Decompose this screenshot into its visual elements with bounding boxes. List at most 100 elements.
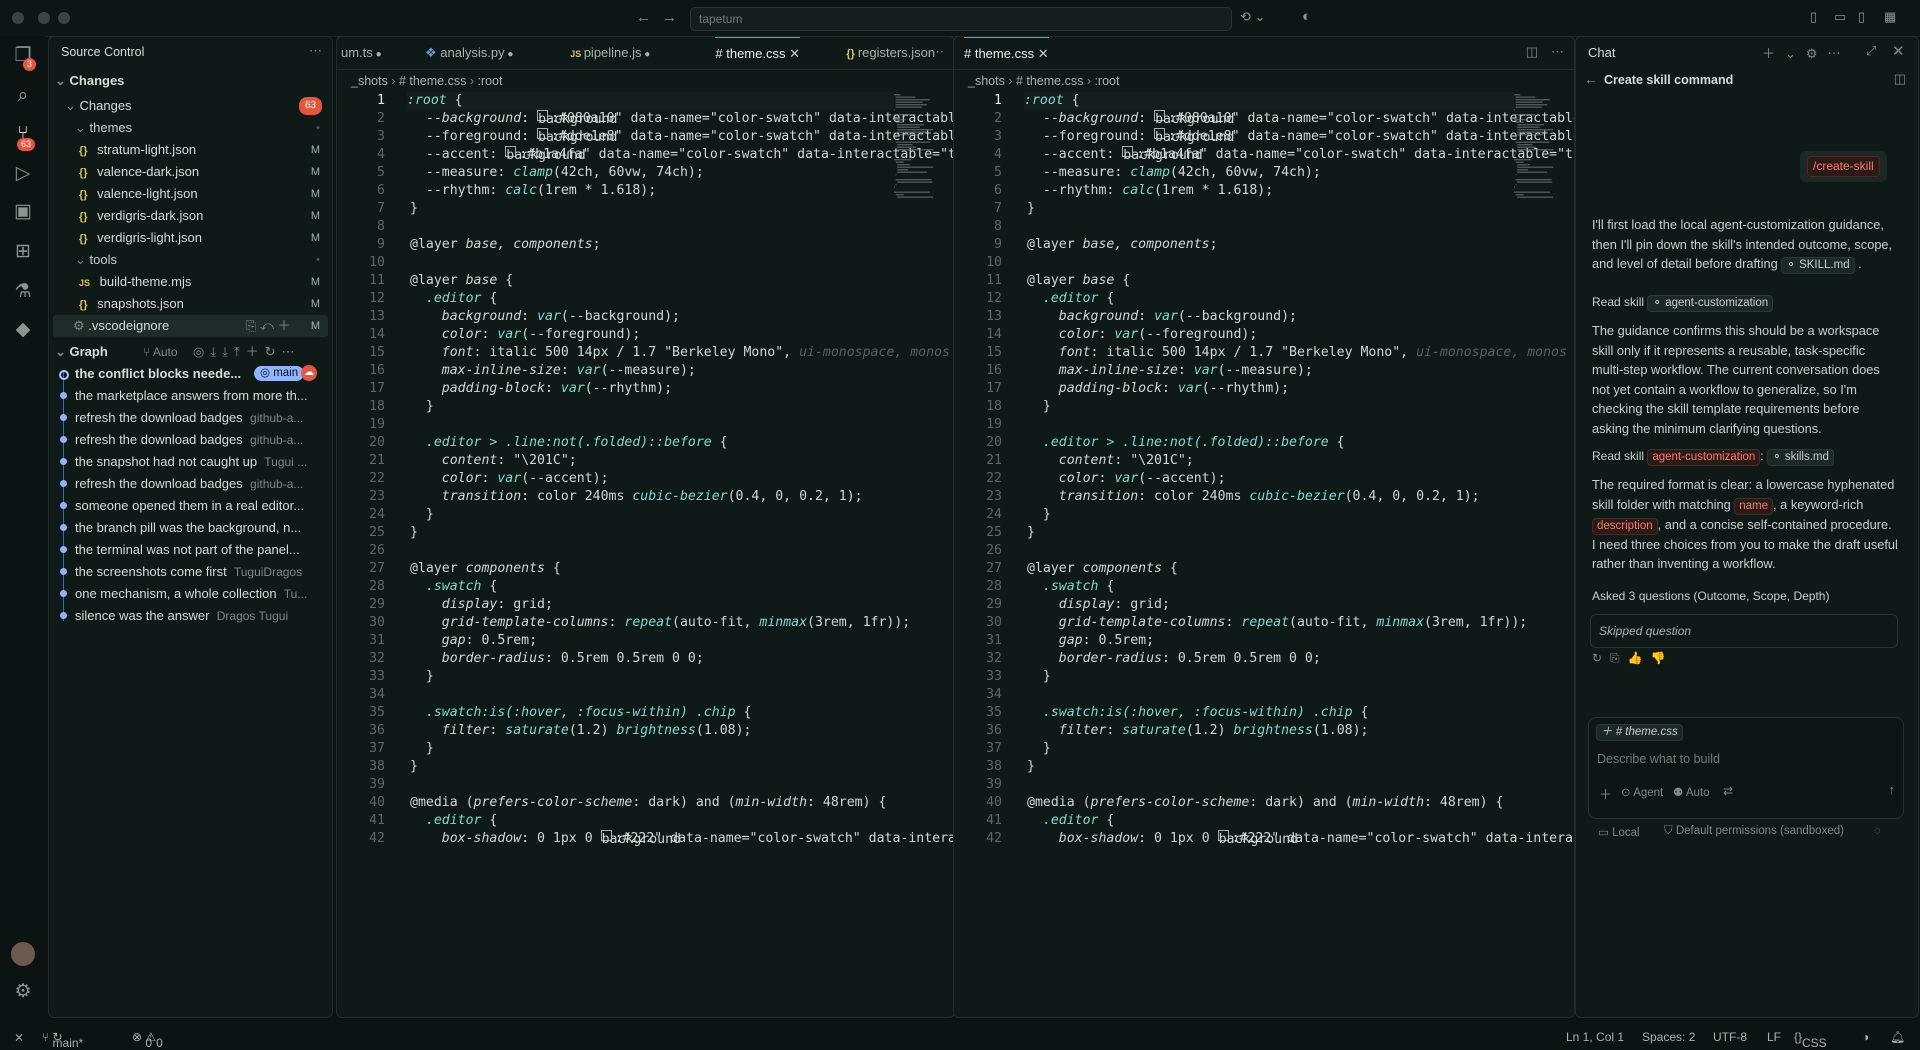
folder-row[interactable]: ⌄ tools • bbox=[75, 249, 332, 271]
minimap[interactable] bbox=[890, 92, 942, 202]
remote-icon[interactable]: ⨯ bbox=[14, 1030, 24, 1044]
read2-chip-b[interactable]: ⚬ skills.md bbox=[1766, 449, 1834, 466]
editor-tab[interactable]: um.ts ● bbox=[341, 37, 382, 69]
breadcrumb-item[interactable]: _shots bbox=[351, 74, 388, 88]
model-picker[interactable]: ⚉ Auto bbox=[1673, 785, 1710, 799]
layout-icon[interactable]: ▦ bbox=[1884, 9, 1896, 25]
read1-chip[interactable]: ⚬ agent-customization bbox=[1647, 295, 1774, 312]
asked-questions[interactable]: Asked 3 questions (Outcome, Scope, Depth… bbox=[1592, 587, 1898, 607]
breadcrumb-item[interactable]: _shots bbox=[968, 74, 1005, 88]
tools-icon[interactable]: ⇄ bbox=[1723, 784, 1733, 798]
explorer-icon[interactable]: ❐ 3 bbox=[11, 44, 37, 71]
python-icon[interactable]: ◆ bbox=[11, 318, 35, 342]
changes-section-header[interactable]: ⌄ Changes bbox=[55, 70, 332, 92]
encoding[interactable]: UTF-8 bbox=[1713, 1030, 1747, 1044]
toggle-secondary-sidebar-icon[interactable]: ▯ bbox=[1858, 9, 1865, 25]
avatar[interactable] bbox=[11, 942, 35, 966]
file-row[interactable]: {} verdigris-dark.json M bbox=[79, 205, 332, 227]
branch-indicator[interactable]: ⑂ main* ↻ bbox=[42, 1030, 83, 1050]
folder-row[interactable]: ⌄ themes • bbox=[75, 117, 332, 139]
more-actions-icon[interactable]: ⋯ bbox=[931, 44, 944, 60]
commit-row[interactable]: one mechanism, a whole collection Tu... bbox=[75, 583, 328, 605]
more-actions-icon[interactable]: ⋯ bbox=[1551, 44, 1564, 60]
minimap[interactable] bbox=[1510, 92, 1562, 202]
message-actions-icons[interactable]: ↻⎘👍👎 bbox=[1592, 651, 1674, 666]
source-control-icon[interactable]: ⑂ 63 bbox=[11, 122, 36, 151]
graph-auto-toggle[interactable]: ⑂ Auto bbox=[143, 341, 178, 363]
breadcrumb-item[interactable]: :root bbox=[477, 74, 502, 88]
chat-toggle-icon[interactable]: ⟲ ⌄ bbox=[1240, 9, 1265, 25]
split-editor-icon[interactable]: ◫ bbox=[1526, 44, 1538, 60]
notifications-icon[interactable]: 🔔︎ bbox=[1890, 1030, 1905, 1044]
commit-row[interactable]: the snapshot had not caught up Tugui ... bbox=[75, 451, 328, 473]
context-file-chip[interactable]: ＋ # theme.css bbox=[1596, 724, 1683, 741]
code-editor[interactable]: 1:root {2 --background: background:#080a… bbox=[954, 92, 1574, 1017]
chat-input[interactable]: Describe what to build bbox=[1597, 752, 1720, 766]
commit-row[interactable]: the branch pill was the background, n... bbox=[75, 517, 328, 539]
skipped-question-box[interactable]: Skipped question bbox=[1590, 614, 1898, 648]
toggle-sidebar-icon[interactable]: ▯ bbox=[1810, 9, 1817, 25]
minimize-window-button[interactable] bbox=[38, 12, 50, 24]
file-row[interactable]: {} verdigris-light.json M bbox=[79, 227, 332, 249]
file-row[interactable]: {} valence-dark.json M bbox=[79, 161, 332, 183]
skill-file-chip[interactable]: ⚬ SKILL.md bbox=[1781, 257, 1855, 275]
commit-row[interactable]: the terminal was not part of the panel..… bbox=[75, 539, 328, 561]
commit-row[interactable]: refresh the download badges github-a... bbox=[75, 473, 328, 495]
editor-tab[interactable]: {} registers.json bbox=[846, 37, 935, 69]
commit-row[interactable]: silence was the answer Dragos Tugui bbox=[75, 605, 328, 627]
close-icon[interactable]: ✕ bbox=[1892, 42, 1905, 60]
commit-row[interactable]: the marketplace answers from more th... bbox=[75, 385, 328, 407]
close-window-button[interactable] bbox=[12, 12, 24, 24]
graph-toolbar-icons[interactable]: ◎⤓⤓⤒＋↻⋯ bbox=[193, 341, 300, 363]
search-icon[interactable]: ⌕ bbox=[11, 84, 35, 108]
more-actions-icon[interactable]: ⋯ bbox=[309, 43, 322, 59]
read2-chip-a[interactable]: agent-customization bbox=[1647, 449, 1761, 466]
copilot-icon[interactable]: ◐ bbox=[1302, 8, 1311, 25]
breadcrumb-item[interactable]: # theme.css bbox=[1016, 74, 1083, 88]
commit-row[interactable]: the screenshots come first TuguiDragos bbox=[75, 561, 328, 583]
testing-icon[interactable]: ⚗ bbox=[11, 280, 35, 304]
editor-tab[interactable]: # theme.css ✕ bbox=[715, 37, 800, 70]
cursor-position[interactable]: Ln 1, Col 1 bbox=[1566, 1030, 1624, 1044]
add-context-icon[interactable]: ＋ bbox=[1599, 784, 1612, 803]
session-location[interactable]: ▭ Local bbox=[1598, 825, 1640, 839]
back-arrow-icon[interactable]: ← bbox=[1584, 71, 1598, 87]
toggle-panel-icon[interactable]: ▭ bbox=[1834, 9, 1846, 25]
command-center-search[interactable]: tapetum bbox=[690, 7, 1232, 31]
file-actions-icons[interactable]: ⎘ ↶ ＋ bbox=[246, 315, 291, 337]
branch-pill[interactable]: ◎ main bbox=[254, 366, 305, 381]
chat-toolbar-icons[interactable]: ＋⌄⚙⋯ bbox=[1762, 43, 1851, 62]
close-tab-icon[interactable]: ✕ bbox=[1034, 46, 1049, 61]
file-row[interactable]: {} stratum-light.json M bbox=[79, 139, 332, 161]
forward-arrow-icon[interactable]: → bbox=[662, 9, 677, 26]
maximize-icon[interactable]: ⤢ bbox=[1866, 43, 1876, 59]
breadcrumb-item[interactable]: # theme.css bbox=[399, 74, 466, 88]
file-row[interactable]: {} valence-light.json M bbox=[79, 183, 332, 205]
maximize-window-button[interactable] bbox=[58, 12, 70, 24]
send-icon[interactable]: ↑ bbox=[1889, 782, 1896, 797]
file-row[interactable]: JS build-theme.mjs M bbox=[79, 271, 332, 293]
close-tab-icon[interactable]: ✕ bbox=[785, 46, 800, 61]
agent-mode-picker[interactable]: ⊙ Agent bbox=[1621, 785, 1663, 799]
copilot-status-icon[interactable]: ◑ bbox=[1862, 1030, 1869, 1044]
extensions-icon[interactable]: ⊞ bbox=[11, 240, 35, 264]
permissions-picker[interactable]: ⛉ Default permissions (sandboxed) bbox=[1664, 825, 1844, 838]
back-arrow-icon[interactable]: ← bbox=[636, 9, 651, 26]
commit-row[interactable]: someone opened them in a real editor... bbox=[75, 495, 328, 517]
editor-tab[interactable]: JS pipeline.js ● bbox=[570, 37, 650, 69]
selected-file-row[interactable]: ⚙ .vscodeignore ⎘ ↶ ＋ M bbox=[53, 315, 328, 337]
chat-tab[interactable]: Chat bbox=[1588, 45, 1615, 60]
indentation[interactable]: Spaces: 2 bbox=[1642, 1030, 1695, 1044]
run-debug-icon[interactable]: ▷ bbox=[11, 162, 35, 186]
commit-row[interactable]: refresh the download badges github-a... bbox=[75, 407, 328, 429]
editor-tab[interactable]: # theme.css ✕ bbox=[964, 37, 1049, 70]
breadcrumb-item[interactable]: :root bbox=[1094, 74, 1119, 88]
language-mode[interactable]: {} CSS bbox=[1794, 1030, 1827, 1050]
changes-group[interactable]: ⌄ Changes 63 bbox=[65, 95, 332, 117]
toggle-sidebar-icon[interactable]: ◫ bbox=[1894, 71, 1906, 87]
commit-row[interactable]: refresh the download badges github-a... bbox=[75, 429, 328, 451]
graph-section-header[interactable]: ⌄ Graph ⑂ Auto ◎⤓⤓⤒＋↻⋯ bbox=[55, 341, 332, 363]
editor-tab[interactable]: ❖ analysis.py ● bbox=[425, 37, 513, 69]
code-editor[interactable]: 1:root {2 --background: background:#080a… bbox=[337, 92, 954, 1017]
file-row[interactable]: {} snapshots.json M bbox=[79, 293, 332, 315]
